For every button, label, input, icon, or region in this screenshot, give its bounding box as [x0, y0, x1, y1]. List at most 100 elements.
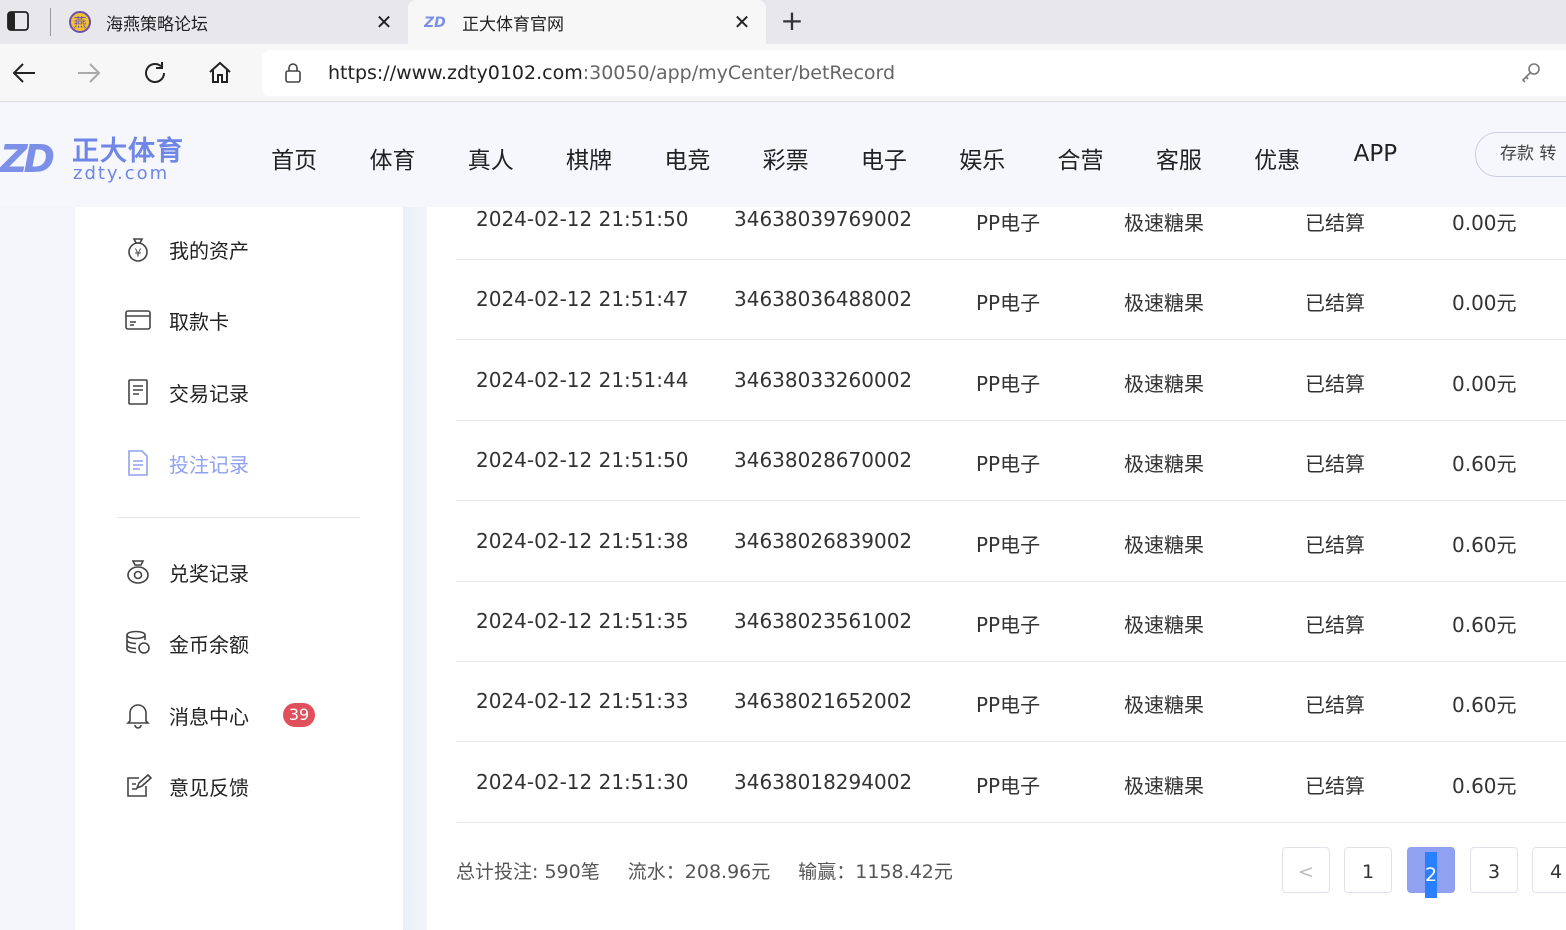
cell-order-id: 34638018294002: [734, 769, 913, 794]
nav-partner[interactable]: 合营: [1031, 141, 1129, 175]
sidebar-item-label: 兑奖记录: [169, 561, 249, 586]
table-row: 2024-02-12 21:51:35 34638023561002 PP电子 极速糖…: [456, 582, 1566, 662]
sidebar-item-label: 投注记录: [169, 452, 249, 477]
sidebar-item-bet-records[interactable]: 投注记录: [123, 447, 249, 479]
address-bar[interactable]: https://www.zdty0102.com:30050/app/myCen…: [262, 50, 1566, 96]
cell-game-name: 极速糖果: [1124, 613, 1204, 637]
tab-separator: [50, 8, 51, 36]
nav-lottery[interactable]: 彩票: [736, 141, 834, 175]
cell-status: 已结算: [1305, 613, 1365, 637]
cell-game-name: 极速糖果: [1124, 211, 1204, 235]
lock-icon[interactable]: [282, 62, 304, 84]
home-icon[interactable]: [204, 57, 236, 89]
deposit-transfer-button[interactable]: 存款 转: [1475, 132, 1566, 177]
cell-time: 2024-02-12 21:51:50: [476, 448, 689, 473]
cell-order-id: 34638036488002: [734, 287, 913, 312]
document-icon: [123, 377, 153, 407]
url-text[interactable]: https://www.zdty0102.com:30050/app/myCen…: [328, 62, 895, 84]
feedback-icon: [123, 771, 153, 801]
browser-tab[interactable]: 燕 海燕策略论坛 ✕: [52, 0, 408, 44]
sidebar-item-label: 金币余额: [169, 632, 249, 657]
cell-status: 已结算: [1305, 693, 1365, 718]
cell-game-name: 极速糖果: [1124, 291, 1204, 316]
cell-game-provider: PP电子: [976, 452, 1041, 477]
unread-count-badge: 39: [283, 703, 315, 727]
close-tab-icon[interactable]: ✕: [372, 10, 396, 34]
svg-text:ZD: ZD: [424, 15, 446, 30]
sidebar-item-messages[interactable]: 消息中心 39: [123, 699, 315, 731]
cell-amount: 0.00元: [1452, 291, 1517, 316]
sidebar-item-label: 消息中心: [169, 704, 249, 729]
cell-amount: 0.00元: [1452, 211, 1517, 235]
cell-status: 已结算: [1305, 452, 1365, 477]
sidebar-item-label: 意见反馈: [169, 775, 249, 800]
table-row: 2024-02-12 21:51:44 34638033260002 PP电子 极速糖…: [456, 341, 1566, 421]
prize-bag-icon: [123, 557, 153, 587]
back-icon[interactable]: [8, 57, 40, 89]
sidebar-item-withdraw-card[interactable]: 取款卡: [123, 304, 229, 336]
tab-title: 正大体育官网: [462, 14, 564, 35]
tab-actions-icon[interactable]: [6, 9, 30, 33]
cell-amount: 0.60元: [1452, 532, 1517, 557]
account-sidebar: ¥ 我的资产 取款卡 交易记录 投注记录 兑奖记录 金币余额 消息中心 39 意…: [75, 207, 403, 930]
cell-game-name: 极速糖果: [1124, 773, 1204, 798]
sidebar-divider: [117, 517, 360, 518]
nav-entertainment[interactable]: 娱乐: [933, 141, 1031, 175]
tab-title: 海燕策略论坛: [106, 14, 208, 35]
sidebar-item-feedback[interactable]: 意见反馈: [123, 770, 249, 802]
summary-total: 总计投注: 590笔: [456, 861, 600, 883]
page-button-4[interactable]: 4: [1532, 847, 1566, 893]
cell-game-provider: PP电子: [976, 773, 1041, 798]
svg-text:¥: ¥: [135, 247, 142, 260]
url-host: https://www.zdty0102.com: [328, 62, 583, 84]
cell-time: 2024-02-12 21:51:38: [476, 528, 689, 553]
forward-icon[interactable]: [73, 57, 105, 89]
cell-time: 2024-02-12 21:51:33: [476, 689, 689, 714]
logo-text-en: zdty.com: [73, 163, 170, 184]
cell-status: 已结算: [1305, 371, 1365, 396]
bet-record-icon: [123, 448, 153, 478]
cell-game-name: 极速糖果: [1124, 693, 1204, 718]
cell-order-id: 34638028670002: [734, 448, 913, 473]
reload-icon[interactable]: [139, 57, 171, 89]
nav-promotions[interactable]: 优惠: [1228, 141, 1326, 175]
cell-order-id: 34638021652002: [734, 689, 913, 714]
page-button-2[interactable]: 2: [1407, 847, 1455, 898]
new-tab-icon[interactable]: +: [778, 7, 806, 36]
nav-esports[interactable]: 电竞: [638, 141, 736, 175]
page-button-3[interactable]: 3: [1470, 847, 1518, 893]
cell-amount: 0.60元: [1452, 452, 1517, 477]
main-nav: 首页 体育 真人 棋牌 电竞 彩票 电子 娱乐 合营 客服 优惠 APP: [245, 141, 1425, 175]
cell-time: 2024-02-12 21:51:30: [476, 769, 689, 794]
browser-tab-active[interactable]: ZD 正大体育官网 ✕: [408, 0, 766, 44]
sidebar-item-coin-balance[interactable]: 金币余额: [123, 627, 249, 659]
cell-order-id: 34638023561002: [734, 609, 913, 633]
cell-amount: 0.60元: [1452, 773, 1517, 798]
prev-page-button[interactable]: <: [1282, 847, 1330, 893]
nav-sports[interactable]: 体育: [343, 141, 441, 175]
cell-game-provider: PP电子: [976, 693, 1041, 718]
cell-status: 已结算: [1305, 532, 1365, 557]
nav-home[interactable]: 首页: [245, 141, 343, 175]
chevron-left-icon: <: [1298, 861, 1314, 883]
cell-status: 已结算: [1305, 211, 1365, 235]
svg-text:燕: 燕: [73, 16, 86, 31]
key-icon[interactable]: [1520, 62, 1542, 84]
cell-game-name: 极速糖果: [1124, 371, 1204, 396]
sidebar-item-assets[interactable]: ¥ 我的资产: [123, 233, 249, 265]
cell-time: 2024-02-12 21:51:50: [476, 207, 689, 231]
logo-mark: ZD: [0, 137, 55, 181]
sidebar-item-transactions[interactable]: 交易记录: [123, 376, 249, 408]
nav-live[interactable]: 真人: [442, 141, 540, 175]
sidebar-item-prize-records[interactable]: 兑奖记录: [123, 556, 249, 588]
nav-support[interactable]: 客服: [1130, 141, 1228, 175]
nav-cards[interactable]: 棋牌: [540, 141, 638, 175]
site-logo[interactable]: ZD 正大体育 zdty.com: [0, 129, 190, 189]
nav-slots[interactable]: 电子: [835, 141, 933, 175]
close-tab-icon[interactable]: ✕: [730, 10, 754, 34]
nav-app[interactable]: APP: [1326, 141, 1424, 175]
page-button-1[interactable]: 1: [1344, 847, 1392, 893]
current-page-label: 2: [1425, 852, 1437, 898]
cell-game-name: 极速糖果: [1124, 532, 1204, 557]
bet-record-panel: 2024-02-12 21:51:50 34638039769002 PP电子 极速糖…: [427, 207, 1566, 930]
